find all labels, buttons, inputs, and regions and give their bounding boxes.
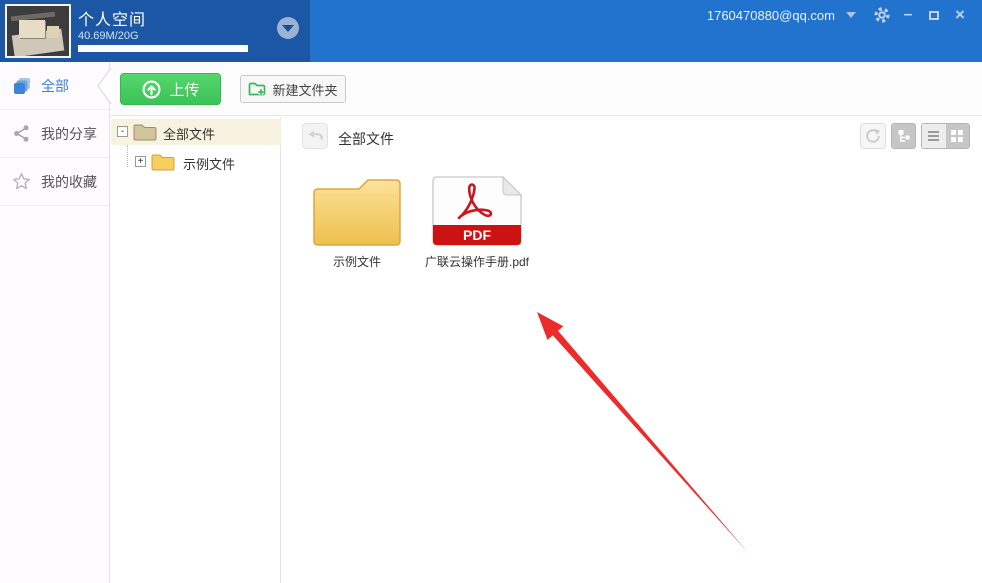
new-folder-button[interactable]: 新建文件夹 xyxy=(240,75,346,103)
undo-arrow-icon xyxy=(307,129,323,143)
close-button[interactable]: × xyxy=(950,5,970,25)
file-item-label: 示例文件 xyxy=(304,255,410,269)
space-dropdown-button[interactable] xyxy=(277,17,299,39)
folder-icon xyxy=(151,152,175,176)
topbar: 个人空间 40.69M/20G 1760470880@qq.com – × xyxy=(0,0,982,62)
tree-node-label: 示例文件 xyxy=(183,154,235,173)
account-email: 1760470880@qq.com xyxy=(707,8,835,23)
folder-large-icon xyxy=(302,172,412,248)
upload-button-label: 上传 xyxy=(169,79,199,100)
tree-node-all-files[interactable]: - 全部文件 xyxy=(111,119,281,145)
gear-icon xyxy=(873,6,891,24)
tree-view-icon xyxy=(896,128,912,144)
file-item-pdf[interactable]: PDF 广联云操作手册.pdf xyxy=(422,172,532,269)
maximize-icon xyxy=(929,11,939,20)
storage-usage: 40.69M/20G xyxy=(78,30,139,42)
grid-view-button[interactable] xyxy=(946,124,970,148)
star-icon xyxy=(12,172,32,192)
grid-view-icon xyxy=(951,130,963,142)
cloud-upload-icon xyxy=(141,79,162,100)
breadcrumb: 全部文件 xyxy=(338,129,394,149)
tree-node-example-files[interactable]: + 示例文件 xyxy=(111,149,281,175)
refresh-button[interactable] xyxy=(860,123,886,149)
settings-button[interactable] xyxy=(872,5,892,25)
minimize-button[interactable]: – xyxy=(898,5,918,25)
tree-view-toggle-button[interactable] xyxy=(891,123,916,149)
folder-open-icon xyxy=(133,122,157,146)
back-button[interactable] xyxy=(302,123,328,149)
storage-progress-bar xyxy=(78,45,248,52)
pdf-badge: PDF xyxy=(463,227,491,243)
chevron-down-icon xyxy=(282,25,294,32)
view-controls xyxy=(860,123,970,149)
space-thumbnail[interactable] xyxy=(5,4,71,58)
view-mode-segmented-control xyxy=(921,123,970,149)
sidebar-item-label: 我的收藏 xyxy=(41,172,97,192)
files-panel: 全部文件 xyxy=(282,117,982,583)
sidebar-item-my-favorites[interactable]: 我的收藏 xyxy=(0,158,109,206)
upload-button[interactable]: 上传 xyxy=(120,73,221,105)
list-view-icon xyxy=(928,131,939,141)
sidebar-item-all[interactable]: 全部 xyxy=(0,62,109,110)
thumbnail-model-shape xyxy=(19,20,45,38)
account-dropdown-caret-icon[interactable] xyxy=(846,12,856,18)
sidebar-item-label: 我的分享 xyxy=(41,124,97,144)
expand-expander-icon[interactable]: + xyxy=(135,156,146,167)
file-item-label: 广联云操作手册.pdf xyxy=(424,255,530,269)
maximize-button[interactable] xyxy=(924,5,944,25)
share-icon xyxy=(12,124,32,144)
new-folder-button-label: 新建文件夹 xyxy=(272,80,337,99)
refresh-icon xyxy=(865,128,881,144)
stacked-files-icon xyxy=(12,76,32,96)
file-item-folder[interactable]: 示例文件 xyxy=(302,172,412,269)
pdf-file-icon: PDF xyxy=(422,172,532,248)
sidebar-item-label: 全部 xyxy=(41,76,69,96)
collapse-expander-icon[interactable]: - xyxy=(117,126,128,137)
space-title: 个人空间 xyxy=(78,6,146,30)
tree-node-label: 全部文件 xyxy=(163,124,215,143)
folder-tree-panel: - 全部文件 + 示例文件 xyxy=(111,117,281,583)
thumbnail-model-shape xyxy=(47,26,59,38)
sidebar: 全部 我的分享 我的收藏 xyxy=(0,62,110,583)
list-view-button[interactable] xyxy=(922,124,946,148)
toolbar: 上传 新建文件夹 xyxy=(111,62,982,116)
sidebar-item-my-shares[interactable]: 我的分享 xyxy=(0,110,109,158)
account-area: 1760470880@qq.com – × xyxy=(707,5,970,25)
new-folder-icon xyxy=(248,81,266,97)
close-icon: × xyxy=(955,5,965,25)
topbar-space-section: 个人空间 40.69M/20G xyxy=(0,0,310,62)
sidebar-active-notch xyxy=(95,66,112,106)
minimize-icon: – xyxy=(904,10,913,20)
